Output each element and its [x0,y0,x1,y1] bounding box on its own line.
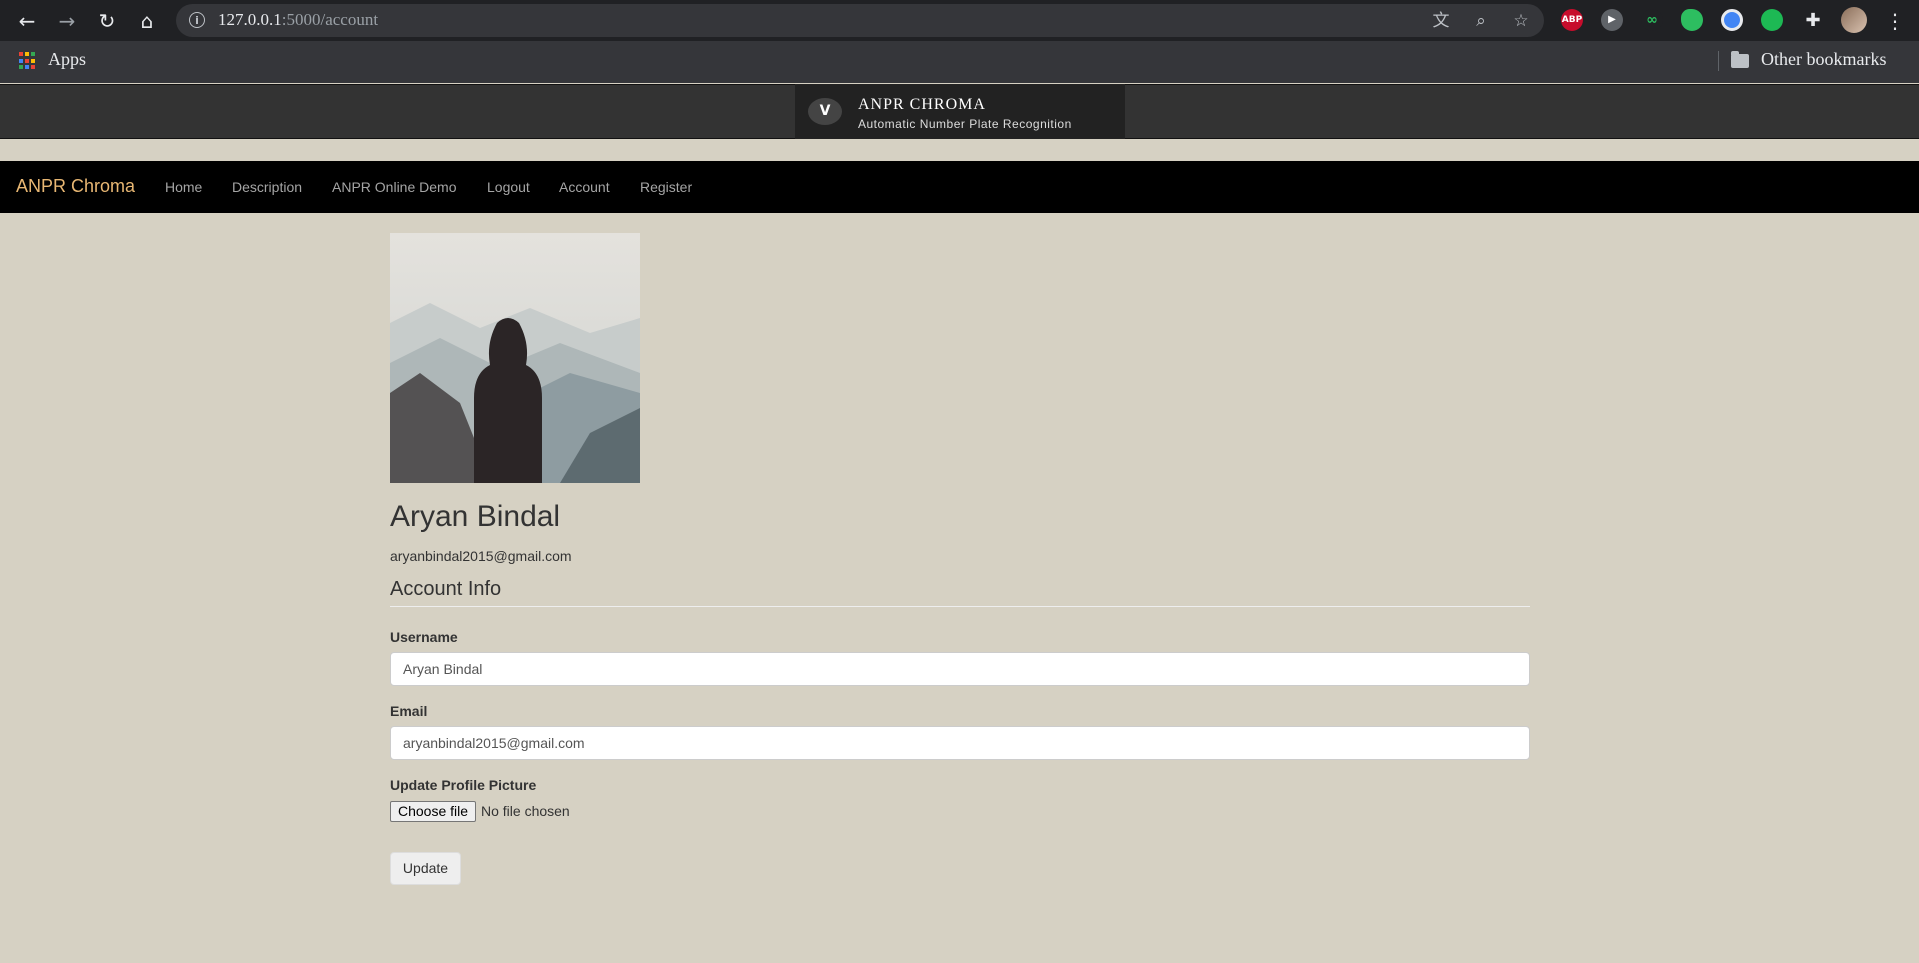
url-text[interactable]: 127.0.0.1:5000/account [218,10,378,30]
site-info-icon[interactable]: i [189,12,205,28]
profile-picture-image [390,233,640,483]
translate-icon[interactable]: 文 [1430,10,1452,32]
username-label: Username [390,629,458,645]
evernote-extension-icon[interactable] [1681,9,1703,31]
menu-kebab-icon[interactable]: ⋮ [1882,8,1908,34]
bookmark-separator [1718,51,1719,71]
update-button[interactable]: Update [390,852,461,885]
forward-icon[interactable]: → [54,8,80,34]
mendeley-extension-icon[interactable]: ∞ [1641,9,1663,31]
vpn-extension-icon[interactable] [1721,9,1743,31]
apps-icon[interactable] [19,52,37,70]
profile-picture [390,233,640,483]
navbar-brand[interactable]: ANPR Chroma [16,176,135,197]
adblock-extension-icon[interactable]: ABP [1561,9,1583,31]
account-info-legend: Account Info [390,578,502,600]
site-logo-title: ANPR CHROMA [858,96,986,113]
profile-name: Aryan Bindal [390,500,561,533]
email-label: Email [390,703,428,719]
nav-logout[interactable]: Logout [487,179,530,195]
site-logo-icon: V [808,98,842,125]
address-bar[interactable]: i 127.0.0.1:5000/account 文 ⌕ ☆ [176,4,1544,37]
bookmarks-bar [0,41,1919,83]
nav-home[interactable]: Home [165,179,202,195]
extensions-puzzle-icon[interactable]: ✚ [1800,8,1826,34]
site-logo-subtitle: Automatic Number Plate Recognition [858,117,1072,131]
nav-account[interactable]: Account [559,179,610,195]
play-extension-icon[interactable]: ▶ [1601,9,1623,31]
profile-email: aryanbindal2015@gmail.com [390,548,572,564]
email-input[interactable] [390,726,1530,760]
choose-file-button[interactable]: Choose file [390,801,476,822]
green-extension-icon[interactable] [1761,9,1783,31]
no-file-chosen-text: No file chosen [481,803,570,819]
nav-description[interactable]: Description [232,179,302,195]
apps-bookmark[interactable]: Apps [48,49,86,70]
bookmark-star-icon[interactable]: ☆ [1510,10,1532,32]
nav-register[interactable]: Register [640,179,692,195]
profile-avatar-icon[interactable] [1841,7,1867,33]
legend-divider [390,606,1530,607]
nav-anpr-online-demo[interactable]: ANPR Online Demo [332,179,457,195]
zoom-icon[interactable]: ⌕ [1470,10,1492,32]
folder-icon [1731,51,1749,68]
reload-icon[interactable]: ↻ [94,8,120,34]
url-path: :5000/account [281,10,379,29]
profile-picture-label: Update Profile Picture [390,777,537,793]
other-bookmarks[interactable]: Other bookmarks [1761,49,1886,70]
url-host: 127.0.0.1 [218,10,282,29]
home-icon[interactable]: ⌂ [134,8,160,34]
back-icon[interactable]: ← [14,8,40,34]
username-input[interactable] [390,652,1530,686]
